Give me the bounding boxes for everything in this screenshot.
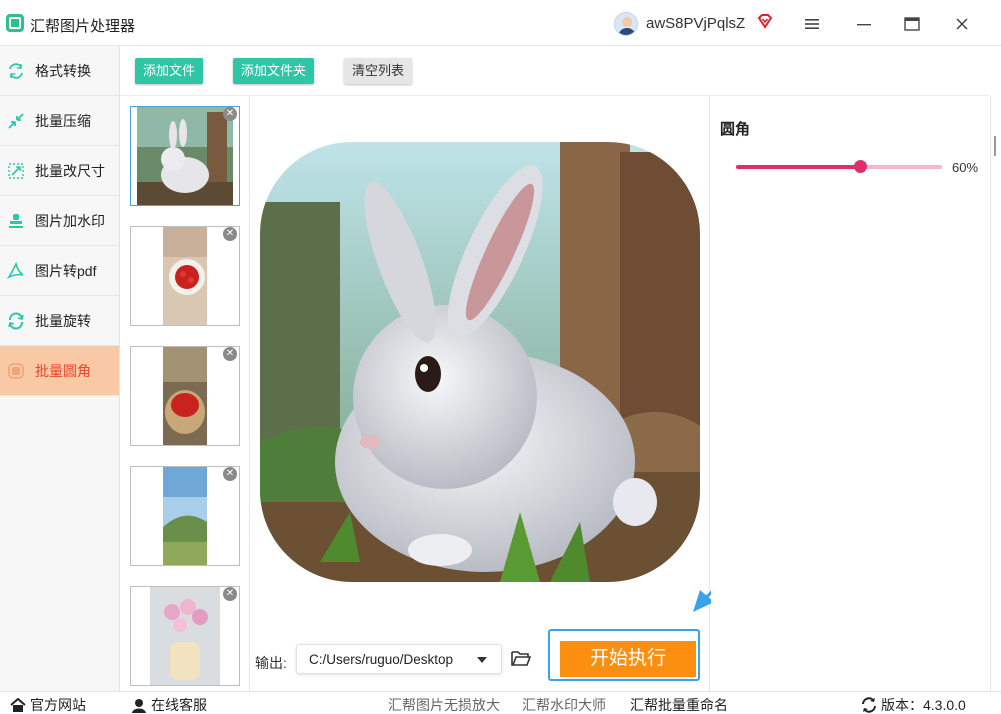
online-support-link[interactable]: 在线客服 [131,695,207,714]
sidebar: 格式转换 批量压缩 批量改尺寸 图片加水印 图片转pdf 批量旋转 批量圆角 [0,46,120,691]
sidebar-item-batch-rounded-corner[interactable]: 批量圆角 [0,346,119,396]
version-label: 版本：4.3.0.0 [881,697,966,713]
sidebar-item-label: 格式转换 [35,62,91,79]
rotate-icon [6,311,26,331]
start-run-button[interactable]: 开始执行 [560,641,696,677]
preview-panel: 输出: C:/Users/ruguo/Desktop 开始执行 [250,96,710,691]
thumbnail-hillside-landscape[interactable]: ✕ [130,466,240,566]
online-support-label: 在线客服 [151,697,207,713]
slider-value: 60% [952,160,979,175]
sidebar-item-batch-compress[interactable]: 批量压缩 [0,96,119,146]
thumbnail-strawberries-plate[interactable]: ✕ [130,226,240,326]
close-icon[interactable] [948,10,976,38]
watermark-master-link[interactable]: 汇帮水印大师 [522,695,606,714]
preview-image-rabbit [260,142,700,582]
scrollbar-thumb[interactable] [994,136,996,156]
rounded-corner-icon [6,361,26,381]
slider-fill [736,165,860,169]
compress-icon [6,111,26,131]
setting-title: 圆角 [720,121,751,138]
remove-thumbnail-icon[interactable]: ✕ [223,107,237,121]
minimize-icon[interactable] [850,10,878,38]
hillside-landscape-thumbnail-image [163,467,207,565]
sidebar-item-label: 批量旋转 [35,312,91,329]
corner-radius-slider[interactable] [736,160,942,173]
sidebar-item-batch-rotate[interactable]: 批量旋转 [0,296,119,346]
username[interactable]: awS8PVjPqlsZ [646,15,745,32]
strawberries-basket-thumbnail-image [163,347,207,445]
pdf-icon [6,261,26,281]
refresh-icon [861,697,877,713]
slider-handle[interactable] [853,160,867,173]
sidebar-item-to-pdf[interactable]: 图片转pdf [0,246,119,296]
sidebar-item-watermark[interactable]: 图片加水印 [0,196,119,246]
remove-thumbnail-icon[interactable]: ✕ [223,347,237,361]
convert-icon [6,61,26,81]
add-file-button[interactable]: 添加文件 [135,58,204,84]
home-icon [10,697,26,713]
clear-list-button[interactable]: 清空列表 [344,58,413,84]
sidebar-item-label: 图片加水印 [35,212,105,229]
batch-rename-link[interactable]: 汇帮批量重命名 [630,695,728,714]
sidebar-item-batch-resize[interactable]: 批量改尺寸 [0,146,119,196]
lossless-enlarge-link[interactable]: 汇帮图片无损放大 [388,695,500,714]
output-path-select[interactable]: C:/Users/ruguo/Desktop [296,644,502,674]
remove-thumbnail-icon[interactable]: ✕ [223,227,237,241]
thumbnail-tulips-vase[interactable]: ✕ [130,586,240,686]
vip-diamond-icon[interactable] [756,12,774,30]
app-title: 汇帮图片处理器 [30,18,136,35]
hamburger-icon[interactable] [798,10,826,38]
resize-icon [6,161,26,181]
sidebar-item-label: 批量圆角 [35,362,91,379]
stamp-icon [6,211,26,231]
folder-open-icon[interactable] [511,649,531,667]
version-info[interactable]: 版本：4.3.0.0 [861,695,966,714]
app-logo-icon [6,14,24,32]
official-website-link[interactable]: 官方网站 [10,695,86,714]
output-path-value: C:/Users/ruguo/Desktop [309,652,454,667]
output-label: 输出: [255,655,287,671]
chevron-down-icon [477,657,487,663]
strawberries-plate-thumbnail-image [163,227,207,325]
thumbnail-rabbit[interactable]: ✕ [130,106,240,206]
add-folder-button[interactable]: 添加文件夹 [233,58,315,84]
sidebar-item-label: 图片转pdf [35,262,97,279]
sidebar-item-format-convert[interactable]: 格式转换 [0,46,119,96]
remove-thumbnail-icon[interactable]: ✕ [223,467,237,481]
sidebar-item-label: 批量压缩 [35,112,91,129]
settings-panel: 圆角 60% [711,96,990,691]
vertical-scrollbar[interactable] [990,96,1001,691]
sidebar-item-label: 批量改尺寸 [35,162,105,179]
rabbit-thumbnail-image [137,107,233,205]
tulips-vase-thumbnail-image [150,587,220,685]
official-website-label: 官方网站 [30,697,86,713]
title-bar: 汇帮图片处理器 awS8PVjPqlsZ [0,0,1001,46]
thumbnail-strawberries-basket[interactable]: ✕ [130,346,240,446]
user-avatar[interactable] [614,12,638,36]
maximize-icon[interactable] [898,10,926,38]
remove-thumbnail-icon[interactable]: ✕ [223,587,237,601]
toolbar: 添加文件 添加文件夹 清空列表 [120,46,990,96]
customer-service-icon [131,697,147,713]
run-button-highlight: 开始执行 [548,629,700,681]
thumbnail-list: ✕ ✕ ✕ ✕ ✕ [120,96,250,691]
status-bar: 官方网站 在线客服 汇帮图片无损放大 汇帮水印大师 汇帮批量重命名 版本：4.3… [0,691,1001,714]
